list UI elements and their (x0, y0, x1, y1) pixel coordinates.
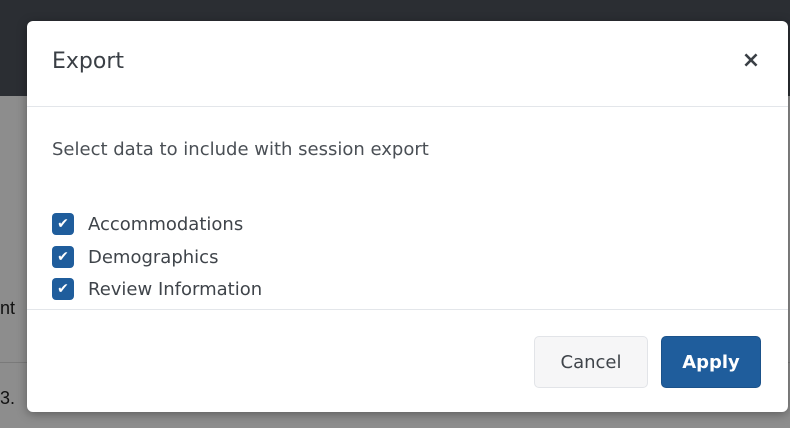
dialog-instructions: Select data to include with session expo… (52, 139, 429, 160)
cancel-button[interactable]: Cancel (534, 336, 648, 388)
checkmark-icon: ✔ (57, 281, 69, 297)
background-text-fragment: 3. (0, 388, 16, 408)
checkmark-icon: ✔ (57, 216, 69, 232)
dialog-title: Export (52, 49, 125, 74)
background-text-fragment: nt (0, 298, 16, 318)
dialog-header: Export × (27, 21, 788, 107)
option-demographics[interactable]: ✔ Demographics (52, 244, 218, 270)
checkmark-icon: ✔ (57, 249, 69, 265)
option-accommodations[interactable]: ✔ Accommodations (52, 211, 243, 237)
option-label: Review Information (88, 278, 263, 300)
demographics-checkbox[interactable]: ✔ (52, 246, 74, 268)
dialog-footer: Cancel Apply (27, 310, 788, 412)
option-label: Accommodations (88, 213, 244, 235)
apply-button[interactable]: Apply (661, 336, 761, 388)
dialog-body: Select data to include with session expo… (27, 107, 788, 310)
export-dialog: Export × Select data to include with ses… (27, 21, 788, 412)
accommodations-checkbox[interactable]: ✔ (52, 213, 74, 235)
close-icon[interactable]: × (737, 47, 765, 75)
option-label: Demographics (88, 246, 219, 268)
option-review-information[interactable]: ✔ Review Information (52, 276, 262, 302)
review-information-checkbox[interactable]: ✔ (52, 278, 74, 300)
